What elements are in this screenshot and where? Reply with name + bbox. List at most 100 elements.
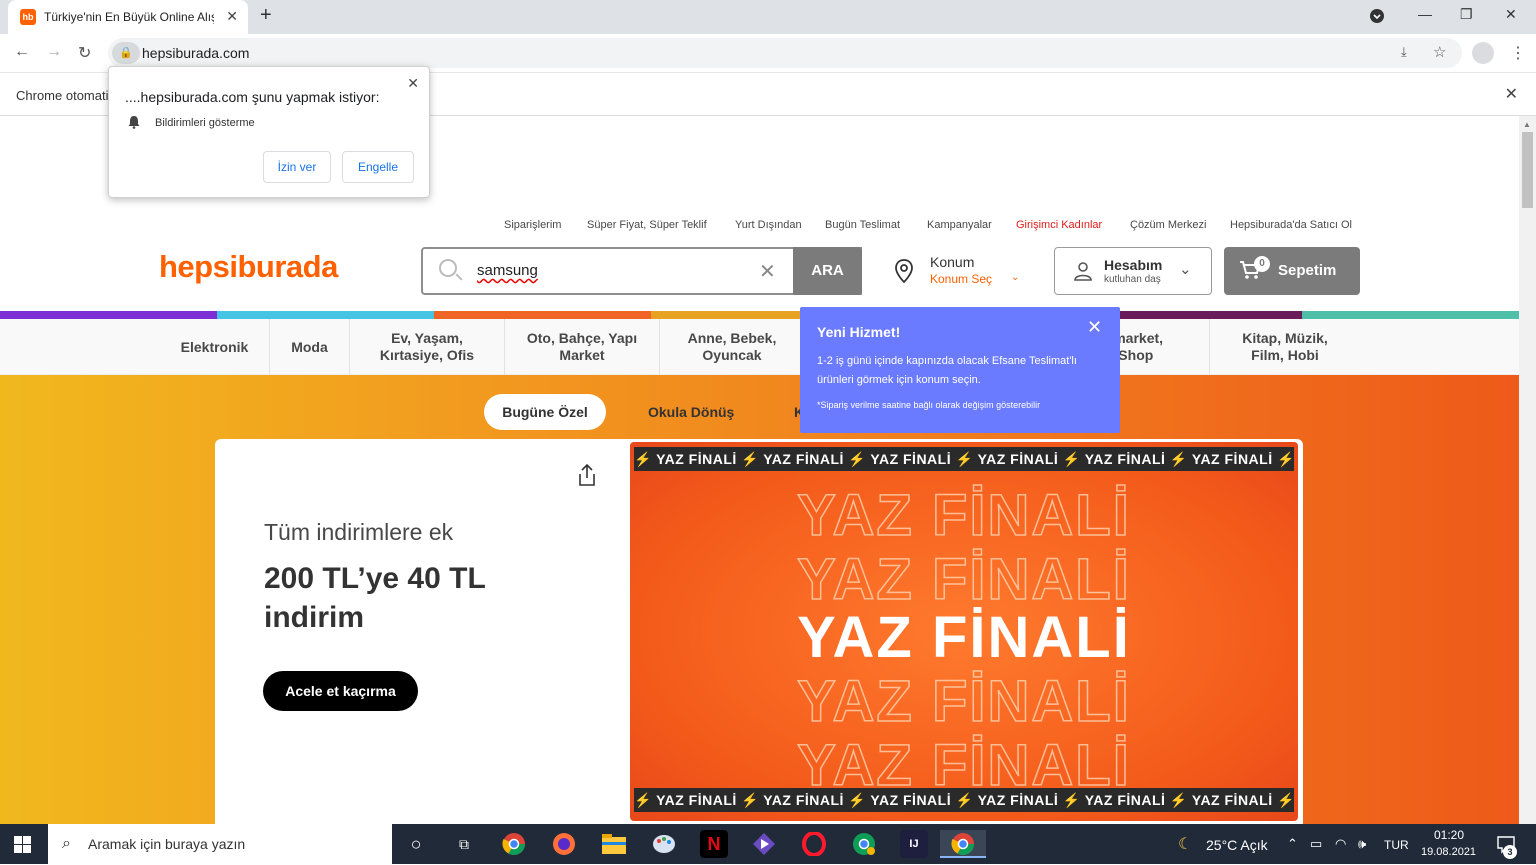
file-explorer-icon[interactable] [600, 830, 628, 858]
link-campaigns[interactable]: Kampanyalar [927, 219, 992, 231]
menu-dots-icon[interactable]: ⋮ [1510, 43, 1526, 63]
yaz-finali-banner[interactable]: ⚡ YAZ FİNALİ ⚡ YAZ FİNALİ ⚡ YAZ FİNALİ ⚡… [627, 439, 1303, 824]
account-title: Hesabım [1104, 257, 1163, 273]
battery-icon[interactable]: ▭ [1310, 836, 1322, 852]
cart-label: Sepetim [1278, 262, 1337, 279]
clear-search-icon[interactable]: ✕ [759, 259, 776, 284]
category-moda[interactable]: Moda [270, 319, 350, 375]
weather-text[interactable]: 25°C Açık [1206, 837, 1268, 853]
link-abroad[interactable]: Yurt Dışından [735, 219, 802, 231]
location-selector[interactable]: Konum Konum Seç ⌄ [893, 254, 1033, 290]
hero-tab-bugune-ozel[interactable]: Bugüne Özel [484, 394, 606, 430]
promo-line2: 200 TL’ye 40 TL indirim [264, 562, 486, 634]
taskbar-search[interactable]: ⌕ Aramak için buraya yazın [48, 824, 392, 864]
notification-permission-popup: ....hepsiburada.com şunu yapmak istiyor:… [108, 66, 430, 198]
taskbar-search-icon: ⌕ [62, 835, 71, 852]
allow-button[interactable]: İzin ver [263, 151, 331, 183]
netflix-icon[interactable]: N [700, 830, 728, 858]
task-view-icon[interactable]: ⧉ [450, 830, 478, 858]
permission-heading: ....hepsiburada.com şunu yapmak istiyor: [125, 89, 380, 105]
link-become-seller[interactable]: Hepsiburada'da Satıcı Ol [1230, 219, 1352, 231]
link-today-delivery[interactable]: Bugün Teslimat [825, 219, 900, 231]
account-button[interactable]: Hesabım kutluhan daş ⌄ [1054, 247, 1212, 295]
minimize-icon[interactable]: — [1418, 6, 1432, 22]
category-elektronik[interactable]: Elektronik [160, 319, 270, 375]
window-close-icon[interactable]: ✕ [1505, 6, 1517, 23]
category-oto-bahce[interactable]: Oto, Bahçe, Yapı Market [505, 319, 660, 375]
category-ev-yasam[interactable]: Ev, Yaşam, Kırtasiye, Ofis [350, 319, 505, 375]
search-input[interactable]: samsung [477, 262, 538, 279]
intellij-icon[interactable]: IJ [900, 830, 928, 858]
taskbar-search-placeholder[interactable]: Aramak için buraya yazın [88, 836, 245, 852]
share-icon[interactable] [577, 463, 597, 487]
scroll-up-icon[interactable]: ▲ [1523, 120, 1531, 129]
lock-icon[interactable]: 🔒 [112, 42, 140, 64]
browser-tab[interactable]: hb Türkiye'nin En Büyük Online Alışv ✕ [8, 0, 248, 34]
windows-taskbar: ⌕ Aramak için buraya yazın ○ ⧉ N IJ ☾ 25… [0, 824, 1536, 864]
category-color-strip [0, 311, 1519, 319]
chrome-profile-icon[interactable] [850, 830, 878, 858]
search-icon [439, 259, 457, 277]
bell-icon [127, 115, 141, 132]
infobar-text: Chrome otomati [16, 88, 109, 103]
cortana-icon[interactable]: ○ [402, 830, 430, 858]
back-icon[interactable]: ← [14, 43, 30, 61]
tab-close-icon[interactable]: ✕ [226, 8, 238, 25]
promo-line1: Tüm indirimlere ek [264, 519, 454, 545]
banner-ticker-bottom: ⚡ YAZ FİNALİ ⚡ YAZ FİNALİ ⚡ YAZ FİNALİ ⚡… [634, 788, 1294, 812]
search-button[interactable]: ARA [793, 247, 862, 295]
cart-count-badge: 0 [1254, 256, 1270, 272]
link-orders[interactable]: Siparişlerim [504, 219, 561, 231]
firefox-icon[interactable] [550, 830, 578, 858]
tooltip-note: *Sipariş verilme saatine bağlı olarak de… [817, 400, 1041, 410]
forward-icon[interactable]: → [46, 43, 62, 61]
block-button[interactable]: Engelle [342, 151, 414, 183]
weather-moon-icon[interactable]: ☾ [1178, 834, 1192, 854]
link-women-entrepreneurs[interactable]: Girişimci Kadınlar [1016, 219, 1102, 231]
infobar-close-icon[interactable]: ✕ [1505, 84, 1518, 104]
location-pin-icon [893, 258, 915, 284]
language-indicator[interactable]: TUR [1384, 838, 1409, 852]
clock-date[interactable]: 19.08.2021 [1421, 846, 1476, 858]
chrome-icon[interactable] [500, 830, 528, 858]
hero-tab-okula-donus[interactable]: Okula Dönüş [648, 394, 734, 430]
tray-chevron-icon[interactable]: ⌃ [1287, 836, 1298, 852]
cart-button[interactable]: 0 Sepetim [1224, 247, 1360, 295]
category-kitap-muzik[interactable]: Kitap, Müzik, Film, Hobi [1210, 319, 1360, 375]
scrollbar-thumb[interactable] [1522, 132, 1533, 208]
opera-icon[interactable] [800, 830, 828, 858]
location-subtitle: Konum Seç [930, 272, 993, 286]
maximize-icon[interactable]: ❐ [1460, 6, 1473, 23]
install-icon[interactable]: ⤓ [1401, 44, 1407, 60]
volume-icon[interactable]: 🕪 [1358, 836, 1366, 852]
link-super-price[interactable]: Süper Fiyat, Süper Teklif [587, 219, 707, 231]
page-scrollbar[interactable]: ▲ [1519, 116, 1536, 824]
tooltip-title: Yeni Hizmet! [817, 324, 901, 340]
permission-item: Bildirimleri gösterme [155, 117, 255, 129]
tab-search-icon[interactable] [1369, 8, 1385, 27]
location-chevron-icon: ⌄ [1011, 272, 1020, 283]
tooltip-close-icon[interactable]: ✕ [1087, 317, 1102, 338]
media-player-icon[interactable] [750, 830, 778, 858]
reload-icon[interactable]: ↻ [78, 43, 91, 63]
hero-section: Bugüne Özel Okula Dönüş K Tüm indirimler… [0, 375, 1519, 824]
bookmark-star-icon[interactable]: ☆ [1433, 43, 1446, 61]
banner-outline-text: YAZ FİNALİ [796, 546, 1131, 613]
new-tab-icon[interactable]: + [260, 4, 272, 27]
tab-title: Türkiye'nin En Büyük Online Alışv [44, 10, 214, 24]
windows-start-icon[interactable] [14, 836, 31, 853]
banner-outline-text: YAZ FİNALİ [796, 482, 1131, 549]
paint-icon[interactable] [650, 830, 678, 858]
permission-close-icon[interactable]: ✕ [407, 75, 419, 92]
url-text[interactable]: hepsiburada.com [142, 45, 249, 61]
profile-avatar-icon[interactable] [1472, 42, 1494, 64]
omnibox[interactable]: 🔒 hepsiburada.com ⤓ ☆ [108, 38, 1462, 68]
wifi-icon[interactable]: ◠ [1335, 836, 1346, 852]
clock-time[interactable]: 01:20 [1434, 828, 1464, 842]
promo-cta-button[interactable]: Acele et kaçırma [263, 671, 418, 711]
hepsiburada-logo[interactable]: hepsiburada [159, 249, 338, 285]
category-anne-bebek[interactable]: Anne, Bebek, Oyuncak [660, 319, 805, 375]
location-title: Konum [930, 254, 975, 270]
chrome-active-icon[interactable] [940, 830, 986, 858]
link-solution-center[interactable]: Çözüm Merkezi [1130, 219, 1206, 231]
